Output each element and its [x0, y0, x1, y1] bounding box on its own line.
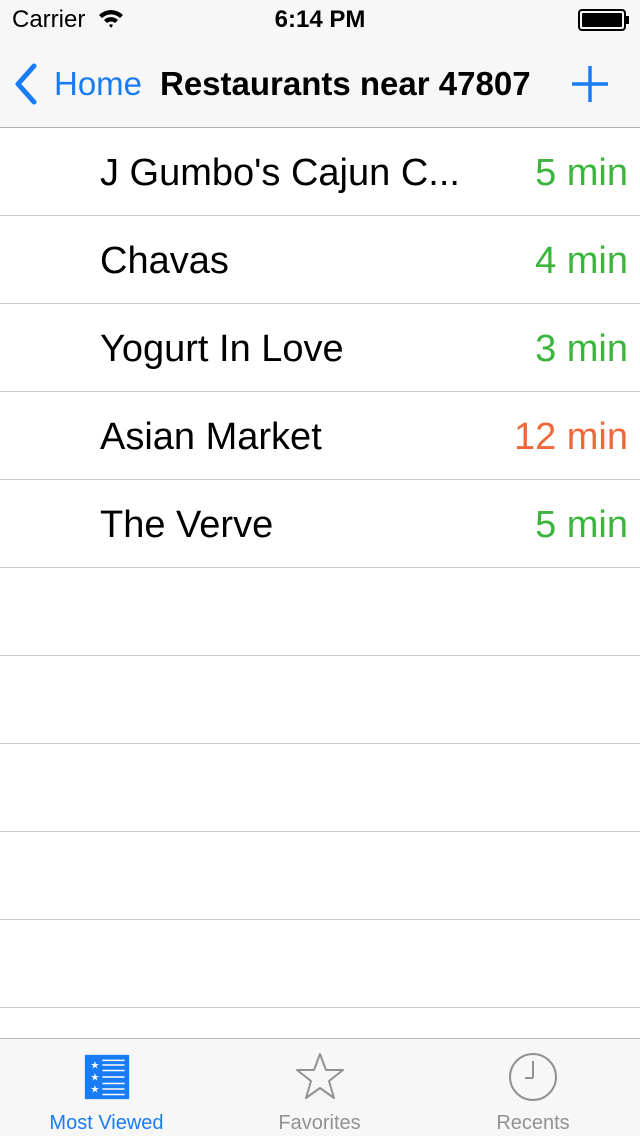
clock-icon	[509, 1053, 557, 1101]
travel-time: 5 min	[535, 504, 628, 546]
back-button-label: Home	[54, 65, 143, 102]
battery-icon	[578, 9, 629, 31]
restaurant-name: Yogurt In Love	[100, 328, 344, 370]
plus-icon[interactable]	[568, 62, 612, 106]
empty-row	[0, 656, 640, 744]
travel-time: 12 min	[513, 416, 628, 458]
restaurant-name: Asian Market	[100, 416, 322, 458]
restaurant-name: J Gumbo's Cajun C...	[100, 152, 460, 194]
svg-text:★: ★	[90, 1061, 99, 1072]
status-time: 6:14 PM	[274, 6, 366, 33]
list-stars-icon: ★ ★ ★	[84, 1054, 129, 1100]
tab-recents[interactable]: Recents	[426, 1039, 640, 1137]
tab-bar: ★ ★ ★ Most Viewed Favorites Recents	[0, 1038, 640, 1136]
list-item[interactable]: The Verve 5 min	[0, 480, 640, 568]
list-item[interactable]: Chavas 4 min	[0, 216, 640, 304]
status-bar: Carrier 6:14 PM	[0, 0, 640, 40]
empty-row	[0, 920, 640, 1008]
tab-label: Most Viewed	[49, 1112, 164, 1134]
list-item[interactable]: Asian Market 12 min	[0, 392, 640, 480]
svg-text:★: ★	[90, 1085, 99, 1096]
tab-label: Recents	[496, 1112, 570, 1134]
travel-time: 3 min	[535, 328, 628, 370]
list-item[interactable]: J Gumbo's Cajun C... 5 min	[0, 128, 640, 216]
list-item[interactable]: Yogurt In Love 3 min	[0, 304, 640, 392]
restaurant-name: The Verve	[100, 504, 274, 546]
back-button[interactable]: Home	[10, 58, 142, 110]
empty-row	[0, 568, 640, 656]
tab-label: Favorites	[278, 1112, 361, 1134]
page-title: Restaurants near 47807	[160, 65, 531, 102]
restaurant-name: Chavas	[100, 240, 229, 282]
chevron-left-icon	[15, 63, 37, 105]
travel-time: 5 min	[535, 152, 628, 194]
tab-favorites[interactable]: Favorites	[213, 1039, 426, 1137]
empty-row	[0, 832, 640, 920]
travel-time: 4 min	[535, 240, 628, 282]
star-icon	[295, 1053, 344, 1099]
navigation-bar: Home Restaurants near 47807	[0, 40, 640, 128]
restaurant-list: J Gumbo's Cajun C... 5 min Chavas 4 min …	[0, 128, 640, 1008]
empty-row	[0, 744, 640, 832]
tab-most-viewed[interactable]: ★ ★ ★ Most Viewed	[0, 1039, 213, 1137]
svg-text:★: ★	[90, 1073, 99, 1084]
